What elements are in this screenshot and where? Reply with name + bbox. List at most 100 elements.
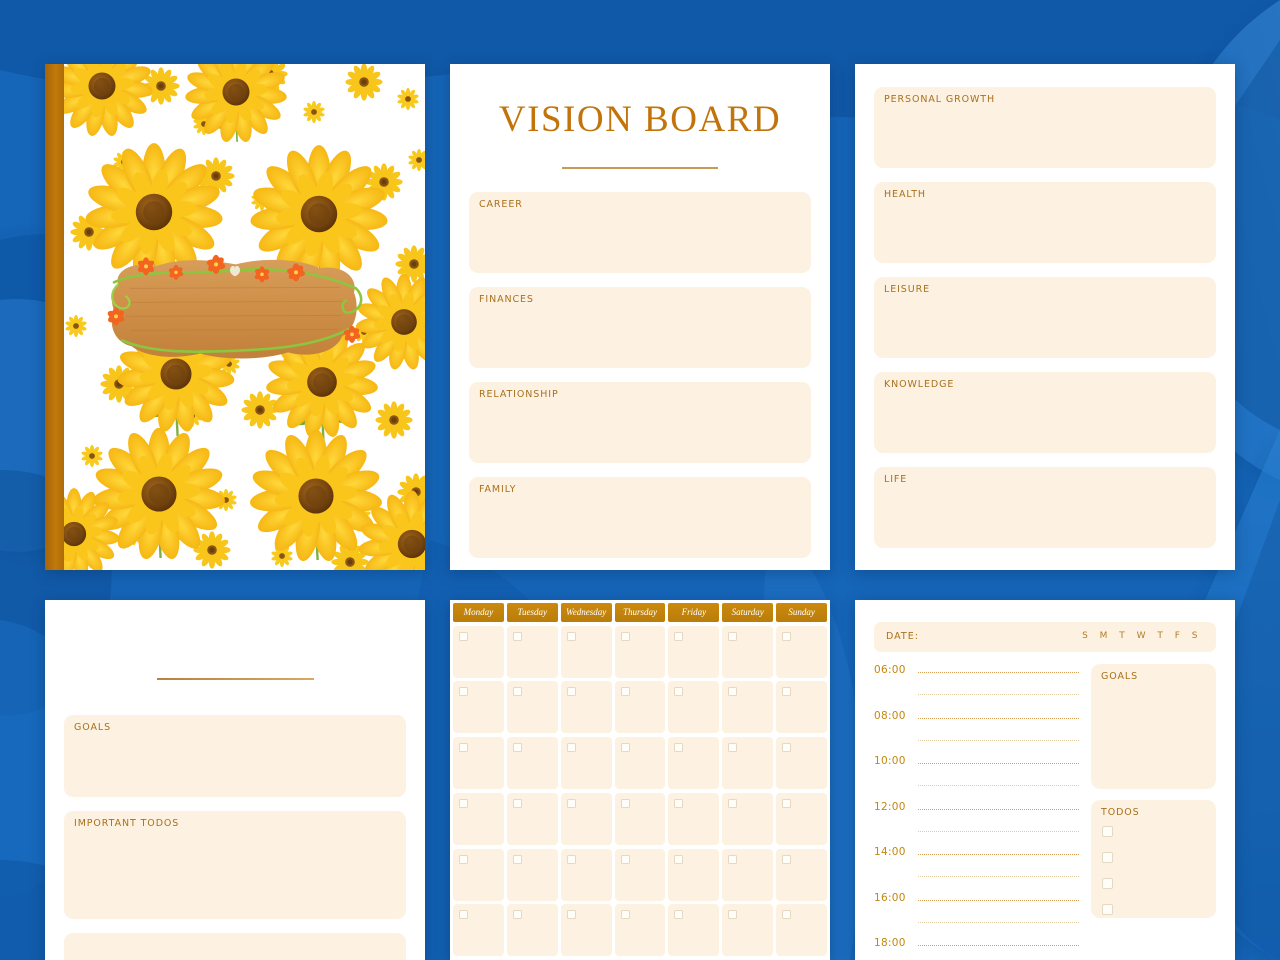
- schedule-line[interactable]: [918, 854, 1079, 855]
- vision-section-life[interactable]: LIFE: [874, 467, 1216, 548]
- calendar-cell[interactable]: [668, 737, 720, 790]
- calendar-cell[interactable]: [560, 681, 612, 734]
- calendar-cell[interactable]: [614, 681, 666, 734]
- calendar-cell[interactable]: [560, 848, 612, 901]
- checkbox-icon[interactable]: [782, 631, 792, 641]
- checkbox-icon[interactable]: [782, 743, 792, 753]
- checkbox-icon[interactable]: [512, 798, 522, 808]
- calendar-cell[interactable]: [722, 625, 774, 678]
- day-header-monday[interactable]: Monday: [453, 603, 504, 622]
- checkbox-icon[interactable]: [459, 798, 468, 808]
- vision-section-family[interactable]: FAMILY: [469, 477, 811, 558]
- calendar-cell[interactable]: [776, 681, 827, 734]
- calendar-cell[interactable]: [453, 625, 504, 678]
- checkbox-icon[interactable]: [620, 687, 630, 697]
- checkbox-icon[interactable]: [620, 743, 630, 753]
- calendar-cell[interactable]: [722, 792, 774, 845]
- checkbox-icon[interactable]: [459, 631, 468, 641]
- calendar-cell[interactable]: [453, 792, 504, 845]
- time-slot[interactable]: 06:00: [874, 664, 1079, 710]
- schedule-line-half[interactable]: [918, 921, 1079, 923]
- calendar-cell[interactable]: [453, 681, 504, 734]
- calendar-cell[interactable]: [560, 625, 612, 678]
- checkbox-icon[interactable]: [512, 743, 522, 753]
- calendar-cell[interactable]: [506, 792, 558, 845]
- calendar-cell[interactable]: [614, 625, 666, 678]
- vision-section-knowledge[interactable]: KNOWLEDGE: [874, 372, 1216, 453]
- checkbox-icon[interactable]: [620, 910, 630, 920]
- checkbox-icon[interactable]: [728, 798, 738, 808]
- calendar-cell[interactable]: [506, 904, 558, 957]
- checkbox-icon[interactable]: [512, 854, 522, 864]
- schedule-line[interactable]: [918, 899, 1079, 901]
- checkbox-icon[interactable]: [782, 798, 792, 808]
- schedule-line[interactable]: [918, 945, 1079, 946]
- checkbox-icon[interactable]: [674, 910, 684, 920]
- schedule-line-half[interactable]: [918, 876, 1079, 877]
- vision-section-leisure[interactable]: LEISURE: [874, 277, 1216, 358]
- calendar-cell[interactable]: [506, 737, 558, 790]
- date-bar[interactable]: DATE: S M T W T F S: [874, 622, 1216, 652]
- day-header-friday[interactable]: Friday: [668, 603, 720, 622]
- calendar-cell[interactable]: [668, 681, 720, 734]
- schedule-line-half[interactable]: [918, 830, 1079, 832]
- calendar-cell[interactable]: [560, 792, 612, 845]
- vision-section-career[interactable]: CAREER: [469, 192, 811, 273]
- schedule-line-half[interactable]: [918, 785, 1079, 786]
- cover-page[interactable]: [45, 64, 425, 570]
- checkbox-icon[interactable]: [459, 687, 468, 697]
- calendar-cell[interactable]: [722, 737, 774, 790]
- time-slot[interactable]: 16:00: [874, 892, 1079, 938]
- calendar-cell[interactable]: [776, 737, 827, 790]
- calendar-cell[interactable]: [453, 737, 504, 790]
- calendar-cell[interactable]: [722, 904, 774, 957]
- checkbox-icon[interactable]: [459, 743, 468, 753]
- calendar-cell[interactable]: [776, 904, 827, 957]
- calendar-cell[interactable]: [722, 848, 774, 901]
- checkbox-icon[interactable]: [782, 687, 792, 697]
- checkbox-icon[interactable]: [512, 631, 522, 641]
- calendar-cell[interactable]: [560, 737, 612, 790]
- checkbox-icon[interactable]: [782, 910, 792, 920]
- day-header-wednesday[interactable]: Wednesday: [560, 603, 612, 622]
- time-slot[interactable]: 18:00: [874, 937, 1079, 960]
- calendar-cell[interactable]: [722, 681, 774, 734]
- day-header-saturday[interactable]: Saturday: [722, 603, 774, 622]
- calendar-cell[interactable]: [614, 904, 666, 957]
- calendar-cell[interactable]: [614, 737, 666, 790]
- vision-section-health[interactable]: HEALTH: [874, 182, 1216, 263]
- calendar-cell[interactable]: [776, 792, 827, 845]
- vision-board-page-continued[interactable]: PERSONAL GROWTH HEALTH LEISURE KNOWLEDGE…: [855, 64, 1235, 570]
- schedule-line[interactable]: [918, 763, 1079, 764]
- schedule-line-half[interactable]: [918, 694, 1079, 695]
- day-letters[interactable]: S M T W T F S: [1082, 631, 1202, 641]
- checkbox-icon[interactable]: [728, 631, 738, 641]
- daily-planner-page[interactable]: DATE: S M T W T F S 06:00 08:00 10:00 12:00…: [855, 600, 1235, 960]
- checkbox-icon[interactable]: [674, 687, 684, 697]
- vision-section-relationship[interactable]: RELATIONSHIP: [469, 382, 811, 463]
- checkbox-icon[interactable]: [566, 631, 576, 641]
- day-header-sunday[interactable]: Sunday: [776, 603, 827, 622]
- checkbox-icon[interactable]: [459, 854, 468, 864]
- todo-checkbox-icon[interactable]: [1102, 852, 1113, 863]
- checkbox-icon[interactable]: [512, 910, 522, 920]
- calendar-cell[interactable]: [614, 848, 666, 901]
- vision-section-personal-growth[interactable]: PERSONAL GROWTH: [874, 87, 1216, 168]
- calendar-cell[interactable]: [776, 848, 827, 901]
- time-slot[interactable]: 12:00: [874, 801, 1079, 847]
- calendar-cell[interactable]: [668, 904, 720, 957]
- time-slot[interactable]: 08:00: [874, 710, 1079, 756]
- checkbox-icon[interactable]: [512, 687, 522, 697]
- checkbox-icon[interactable]: [728, 910, 738, 920]
- todo-checkbox-icon[interactable]: [1102, 826, 1113, 837]
- calendar-cell[interactable]: [453, 904, 504, 957]
- schedule-line[interactable]: [918, 808, 1079, 810]
- vision-board-page[interactable]: VISION BOARD CAREER FINANCES RELATIONSHI…: [450, 64, 830, 570]
- checkbox-icon[interactable]: [459, 910, 468, 920]
- notes-section-important-todos[interactable]: IMPORTANT TODOS: [64, 811, 406, 919]
- schedule-line[interactable]: [918, 672, 1079, 673]
- calendar-cell[interactable]: [506, 848, 558, 901]
- calendar-cell[interactable]: [668, 792, 720, 845]
- checkbox-icon[interactable]: [566, 743, 576, 753]
- calendar-cell[interactable]: [506, 681, 558, 734]
